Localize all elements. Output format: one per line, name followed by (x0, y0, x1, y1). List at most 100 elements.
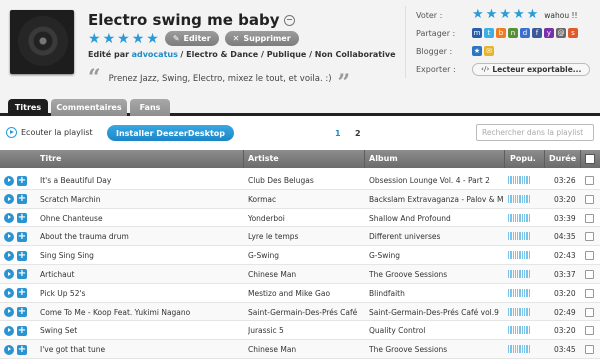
add-track-icon[interactable]: + (17, 344, 27, 355)
vote-star-icon[interactable]: ★ (472, 8, 484, 22)
vote-star-icon[interactable]: ★ (527, 8, 539, 22)
playlist-search-input[interactable]: Rechercher dans la playlist (476, 124, 594, 141)
track-checkbox[interactable] (585, 251, 594, 261)
myspace-icon[interactable]: m (472, 28, 482, 38)
play-track-icon[interactable] (4, 307, 14, 318)
add-track-icon[interactable]: + (17, 231, 27, 242)
netvibes-icon[interactable]: n (508, 28, 518, 38)
tab-fans[interactable]: Fans (130, 99, 170, 116)
add-track-icon[interactable]: + (17, 213, 27, 224)
track-title[interactable]: Ohne Chanteuse (40, 214, 238, 223)
column-duration[interactable]: Durée (549, 154, 576, 163)
delicious-icon[interactable]: d (520, 28, 530, 38)
track-row[interactable]: + Come To Me - Koop Feat. Yukimi Nagano Sa… (0, 302, 600, 322)
twitter-icon[interactable]: t (484, 28, 494, 38)
play-track-icon[interactable] (4, 325, 14, 336)
track-album[interactable]: Saint-Germain-Des-Prés Café vol.9 (369, 308, 503, 317)
page-2-link[interactable]: 2 (355, 129, 361, 138)
add-track-icon[interactable]: + (17, 175, 27, 186)
track-artist[interactable]: Kormac (248, 195, 360, 204)
play-track-icon[interactable] (4, 175, 14, 186)
play-track-icon[interactable] (4, 194, 14, 205)
play-track-icon[interactable] (4, 288, 14, 299)
rating-star-icon[interactable]: ★ (88, 32, 101, 46)
track-title[interactable]: Sing Sing Sing (40, 251, 238, 260)
author-link[interactable]: advocatus (132, 50, 178, 59)
track-album[interactable]: Quality Control (369, 326, 503, 335)
column-album[interactable]: Album (369, 154, 398, 163)
email-icon[interactable]: @ (556, 28, 566, 38)
track-artist[interactable]: Club Des Belugas (248, 176, 360, 185)
delete-button[interactable]: ✕ Supprimer (224, 31, 299, 46)
track-title[interactable]: Swing Set (40, 326, 238, 335)
track-title[interactable]: Scratch Marchin (40, 195, 238, 204)
track-checkbox[interactable] (585, 288, 594, 298)
add-track-icon[interactable]: + (17, 288, 27, 299)
track-row[interactable]: + Artichaut Chinese Man The Groove Sessions… (0, 264, 600, 284)
play-track-icon[interactable] (4, 269, 14, 280)
track-row[interactable]: + Scratch Marchin Kormac Backslam Extravaga… (0, 189, 600, 209)
vote-star-icon[interactable]: ★ (486, 8, 498, 22)
rating-star-icon[interactable]: ★ (103, 32, 116, 46)
track-album[interactable]: The Groove Sessions (369, 345, 503, 354)
rating-stars[interactable]: ★ ★ ★ ★ ★ (88, 32, 159, 46)
track-row[interactable]: + Swing Set Jurassic 5 Quality Control 03:20 (0, 321, 600, 341)
track-checkbox[interactable] (585, 213, 594, 223)
select-all-checkbox[interactable] (585, 154, 595, 164)
track-title[interactable]: I've got that tune (40, 345, 238, 354)
track-row[interactable]: + About the trauma drum Lyre le temps Diffe… (0, 227, 600, 247)
track-album[interactable]: Backslam Extravaganza - Palov & Mi (369, 195, 503, 204)
edit-button[interactable]: ✎ Editer (164, 31, 219, 46)
track-row[interactable]: + It's a Beautiful Day Club Des Belugas Obs… (0, 171, 600, 190)
remove-icon[interactable] (283, 14, 295, 26)
add-track-icon[interactable]: + (17, 325, 27, 336)
track-checkbox[interactable] (585, 345, 594, 355)
tab-commentaires[interactable]: Commentaires (51, 99, 127, 116)
track-artist[interactable]: Chinese Man (248, 345, 360, 354)
track-checkbox[interactable] (585, 194, 594, 204)
track-checkbox[interactable] (585, 269, 594, 279)
track-album[interactable]: Shallow And Profound (369, 214, 503, 223)
track-album[interactable]: Different universes (369, 232, 503, 241)
track-artist[interactable]: Chinese Man (248, 270, 360, 279)
track-artist[interactable]: Yonderboi (248, 214, 360, 223)
rating-star-icon[interactable]: ★ (132, 32, 145, 46)
track-checkbox[interactable] (585, 326, 594, 336)
yahoo-icon[interactable]: y (544, 28, 554, 38)
blogger-chat-icon[interactable]: ✉ (484, 46, 494, 56)
add-track-icon[interactable]: + (17, 269, 27, 280)
track-artist[interactable]: G-Swing (248, 251, 360, 260)
track-title[interactable]: Pick Up 52's (40, 289, 238, 298)
play-track-icon[interactable] (4, 250, 14, 261)
track-row[interactable]: + Sing Sing Sing G-Swing G-Swing 02:43 (0, 246, 600, 265)
facebook-icon[interactable]: f (532, 28, 542, 38)
page-1-link[interactable]: 1 (335, 129, 341, 138)
track-artist[interactable]: Lyre le temps (248, 232, 360, 241)
track-artist[interactable]: Saint-Germain-Des-Prés Café (248, 308, 360, 317)
column-artist[interactable]: Artiste (248, 154, 279, 163)
rating-star-icon[interactable]: ★ (117, 32, 130, 46)
blogger-star-icon[interactable]: ★ (472, 46, 482, 56)
tab-titres[interactable]: Titres (8, 99, 48, 116)
track-title[interactable]: It's a Beautiful Day (40, 176, 238, 185)
track-album[interactable]: Blindfaith (369, 289, 503, 298)
install-deezer-button[interactable]: Installer DeezerDesktop (107, 125, 235, 141)
stumble-icon[interactable]: s (568, 28, 578, 38)
add-track-icon[interactable]: + (17, 307, 27, 318)
export-button[interactable]: ‹/› Lecteur exportable... (472, 62, 591, 76)
rating-star-icon[interactable]: ★ (146, 32, 159, 46)
vote-stars[interactable]: ★ ★ ★ ★ ★ (472, 8, 538, 22)
track-artist[interactable]: Mestizo and Mike Gao (248, 289, 360, 298)
add-track-icon[interactable]: + (17, 250, 27, 261)
blog-icon[interactable]: b (496, 28, 506, 38)
track-checkbox[interactable] (585, 232, 594, 242)
track-artist[interactable]: Jurassic 5 (248, 326, 360, 335)
play-track-icon[interactable] (4, 231, 14, 242)
track-title[interactable]: About the trauma drum (40, 232, 238, 241)
listen-playlist-button[interactable]: Ecouter la playlist (6, 127, 93, 138)
track-checkbox[interactable] (585, 307, 594, 317)
track-row[interactable]: + Ohne Chanteuse Yonderboi Shallow And Prof… (0, 209, 600, 228)
track-checkbox[interactable] (585, 176, 594, 185)
column-title[interactable]: Titre (40, 154, 61, 163)
track-title[interactable]: Artichaut (40, 270, 238, 279)
